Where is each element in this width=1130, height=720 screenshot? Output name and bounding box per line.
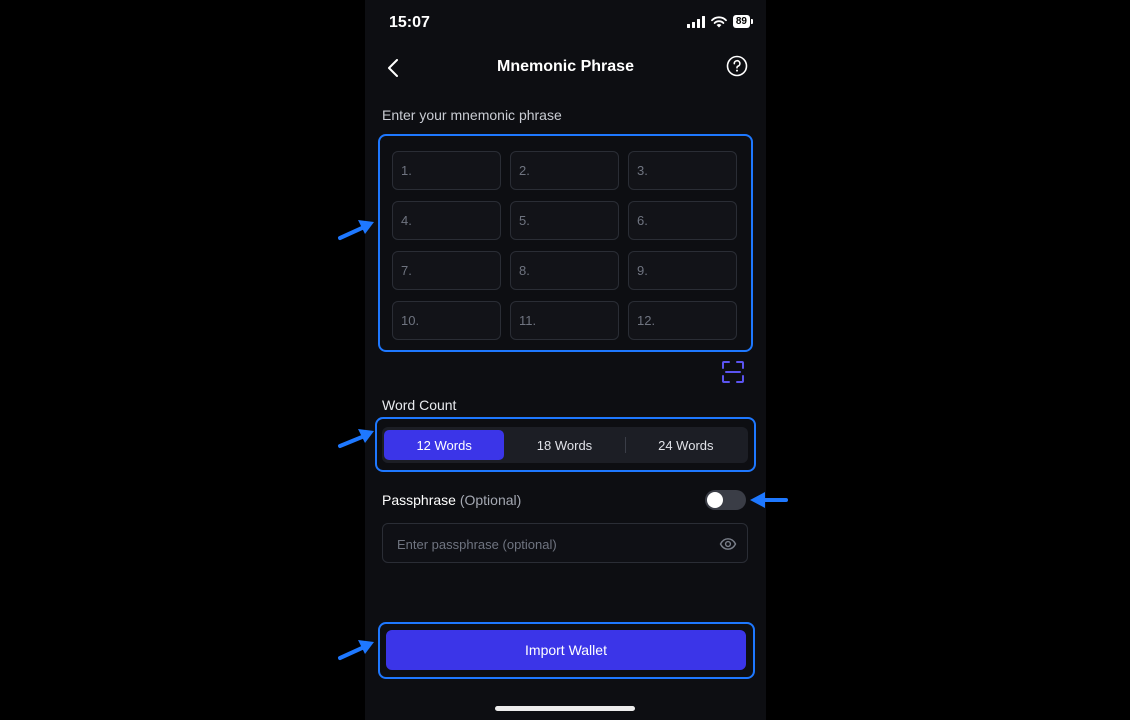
word-input-6[interactable]: 6. [628,201,737,240]
wifi-icon [710,15,727,27]
word-input-10[interactable]: 10. [392,301,501,340]
signal-icon [686,15,705,28]
arrow-icon [338,640,374,660]
help-icon[interactable] [726,55,748,77]
word-input-9[interactable]: 9. [628,251,737,290]
import-wallet-button[interactable]: Import Wallet [386,630,746,670]
scan-icon[interactable] [721,360,745,384]
mnemonic-grid: 1. 2. 3. 4. 5. 6. 7. 8. 9. 10. 11. 12. [392,151,738,340]
word-input-1[interactable]: 1. [392,151,501,190]
arrow-icon [338,220,374,240]
word-input-11[interactable]: 11. [510,301,619,340]
status-time: 15:07 [389,14,430,31]
arrow-icon [750,492,788,508]
word-input-3[interactable]: 3. [628,151,737,190]
passphrase-input[interactable] [395,524,709,564]
word-count-selector: 12 Words 18 Words 24 Words [382,427,748,463]
segment-24-words[interactable]: 24 Words [626,430,746,460]
home-indicator [495,706,635,711]
word-count-label: Word Count [382,397,457,413]
phone-screen: 15:07 89 Mnemonic Phrase Enter your mnem… [365,0,766,720]
segment-18-words[interactable]: 18 Words [504,430,624,460]
passphrase-toggle[interactable] [705,490,746,510]
word-input-12[interactable]: 12. [628,301,737,340]
arrow-icon [338,429,374,448]
word-input-7[interactable]: 7. [392,251,501,290]
passphrase-label: Passphrase (Optional) [382,492,521,508]
segment-12-words[interactable]: 12 Words [384,430,505,460]
word-input-4[interactable]: 4. [392,201,501,240]
word-input-5[interactable]: 5. [510,201,619,240]
status-icons: 89 [686,15,754,28]
word-input-2[interactable]: 2. [510,151,619,190]
passphrase-field [382,523,748,564]
passphrase-label-text: Passphrase [382,492,456,508]
passphrase-optional-text: (Optional) [459,492,522,508]
page-title: Mnemonic Phrase [497,58,634,75]
battery-indicator: 89 [732,15,754,28]
word-input-8[interactable]: 8. [510,251,619,290]
toggle-knob [707,492,723,508]
mnemonic-label: Enter your mnemonic phrase [382,107,562,123]
eye-icon[interactable] [719,535,737,553]
